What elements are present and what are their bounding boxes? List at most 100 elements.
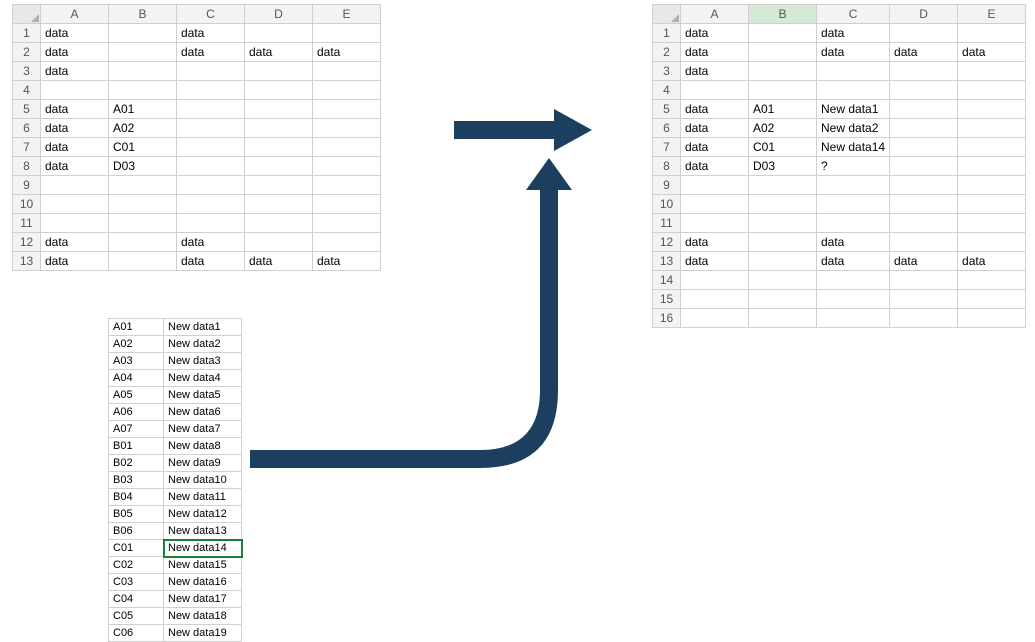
cell[interactable] — [749, 271, 817, 290]
lookup-key[interactable]: A03 — [109, 353, 164, 370]
cell[interactable]: data — [245, 43, 313, 62]
lookup-key[interactable]: C06 — [109, 625, 164, 642]
cell[interactable] — [890, 233, 958, 252]
cell[interactable]: data — [41, 24, 109, 43]
lookup-row[interactable]: C02New data15 — [109, 557, 242, 574]
lookup-key[interactable]: B03 — [109, 472, 164, 489]
lookup-key[interactable]: A06 — [109, 404, 164, 421]
cell[interactable]: data — [177, 24, 245, 43]
lookup-row[interactable]: A05New data5 — [109, 387, 242, 404]
lookup-key[interactable]: A05 — [109, 387, 164, 404]
cell[interactable] — [313, 81, 381, 100]
cell[interactable] — [177, 195, 245, 214]
lookup-row[interactable]: A06New data6 — [109, 404, 242, 421]
lookup-value[interactable]: New data6 — [164, 404, 242, 421]
cell[interactable]: data — [817, 252, 890, 271]
lookup-row[interactable]: A01New data1 — [109, 319, 242, 336]
cell[interactable] — [817, 290, 890, 309]
cell[interactable] — [958, 290, 1026, 309]
cell[interactable] — [890, 100, 958, 119]
cell[interactable] — [890, 309, 958, 328]
row-header[interactable]: 10 — [653, 195, 681, 214]
cell[interactable] — [109, 252, 177, 271]
cell[interactable] — [313, 100, 381, 119]
cell[interactable] — [890, 24, 958, 43]
cell[interactable] — [890, 81, 958, 100]
cell[interactable] — [313, 24, 381, 43]
cell[interactable] — [313, 138, 381, 157]
lookup-value[interactable]: New data13 — [164, 523, 242, 540]
cell[interactable] — [817, 271, 890, 290]
cell[interactable] — [245, 119, 313, 138]
lookup-row[interactable]: B06New data13 — [109, 523, 242, 540]
cell[interactable]: C01 — [749, 138, 817, 157]
row-header[interactable]: 12 — [653, 233, 681, 252]
lookup-value[interactable]: New data17 — [164, 591, 242, 608]
cell[interactable] — [177, 100, 245, 119]
cell[interactable]: data — [681, 24, 749, 43]
cell[interactable]: data — [958, 252, 1026, 271]
row-header[interactable]: 7 — [13, 138, 41, 157]
cell[interactable] — [177, 119, 245, 138]
lookup-value[interactable]: New data3 — [164, 353, 242, 370]
cell[interactable]: data — [681, 119, 749, 138]
cell[interactable] — [958, 81, 1026, 100]
cell[interactable] — [749, 24, 817, 43]
cell[interactable] — [313, 62, 381, 81]
row-header[interactable]: 2 — [13, 43, 41, 62]
lookup-key[interactable]: A07 — [109, 421, 164, 438]
lookup-value[interactable]: New data4 — [164, 370, 242, 387]
cell[interactable]: data — [41, 43, 109, 62]
cell[interactable] — [817, 309, 890, 328]
cell[interactable] — [245, 24, 313, 43]
cell[interactable]: data — [817, 233, 890, 252]
cell[interactable]: data — [177, 43, 245, 62]
lookup-key[interactable]: C05 — [109, 608, 164, 625]
lookup-value[interactable]: New data16 — [164, 574, 242, 591]
cell[interactable] — [41, 176, 109, 195]
row-header[interactable]: 4 — [13, 81, 41, 100]
cell[interactable] — [749, 309, 817, 328]
cell[interactable]: A01 — [109, 100, 177, 119]
row-header[interactable]: 11 — [653, 214, 681, 233]
cell[interactable] — [958, 309, 1026, 328]
cell[interactable]: A02 — [749, 119, 817, 138]
lookup-key[interactable]: B04 — [109, 489, 164, 506]
lookup-row[interactable]: C04New data17 — [109, 591, 242, 608]
cell[interactable] — [749, 214, 817, 233]
cell[interactable] — [817, 214, 890, 233]
cell[interactable] — [681, 81, 749, 100]
cell[interactable] — [177, 81, 245, 100]
lookup-key[interactable]: C02 — [109, 557, 164, 574]
cell[interactable] — [958, 195, 1026, 214]
cell[interactable] — [890, 176, 958, 195]
row-header[interactable]: 4 — [653, 81, 681, 100]
cell[interactable] — [681, 309, 749, 328]
cell[interactable] — [245, 100, 313, 119]
cell[interactable] — [749, 176, 817, 195]
lookup-row[interactable]: C06New data19 — [109, 625, 242, 642]
lookup-row[interactable]: A04New data4 — [109, 370, 242, 387]
cell[interactable] — [313, 119, 381, 138]
lookup-value[interactable]: New data10 — [164, 472, 242, 489]
lookup-value[interactable]: New data15 — [164, 557, 242, 574]
lookup-key[interactable]: B02 — [109, 455, 164, 472]
row-header[interactable]: 1 — [653, 24, 681, 43]
select-all-corner[interactable] — [653, 5, 681, 24]
lookup-row[interactable]: C03New data16 — [109, 574, 242, 591]
lookup-row[interactable]: C01New data14 — [109, 540, 242, 557]
lookup-key[interactable]: B05 — [109, 506, 164, 523]
cell[interactable]: data — [41, 157, 109, 176]
cell[interactable] — [890, 119, 958, 138]
cell[interactable] — [958, 62, 1026, 81]
cell[interactable] — [958, 233, 1026, 252]
cell[interactable] — [245, 81, 313, 100]
cell[interactable]: D03 — [109, 157, 177, 176]
row-header[interactable]: 1 — [13, 24, 41, 43]
lookup-table[interactable]: A01New data1A02New data2A03New data3A04N… — [108, 318, 242, 642]
cell[interactable]: data — [41, 138, 109, 157]
lookup-key[interactable]: B01 — [109, 438, 164, 455]
cell[interactable] — [890, 138, 958, 157]
cell[interactable]: data — [41, 62, 109, 81]
row-header[interactable]: 9 — [13, 176, 41, 195]
